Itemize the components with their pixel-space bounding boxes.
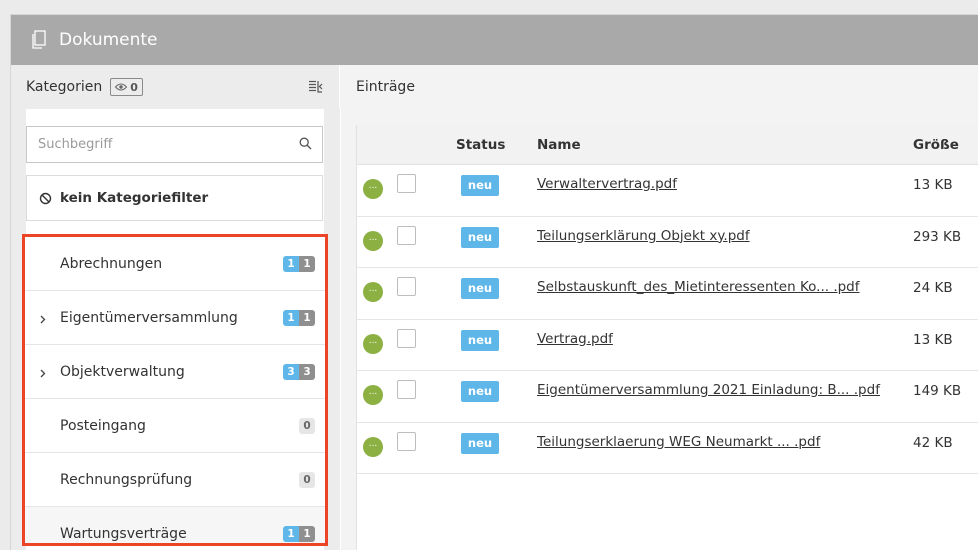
file-size: 293 KB [913,228,962,245]
row-actions-icon[interactable]: ... [363,436,383,457]
total-count-badge: 0 [299,471,315,488]
row-checkbox[interactable] [397,174,416,193]
table-row[interactable]: ... neu Verwaltervertrag.pdf 13 KB [357,165,978,217]
category-label: Posteingang [60,417,146,434]
column-header-status[interactable]: Status [456,137,505,153]
file-size: 149 KB [913,383,962,399]
documents-panel: Dokumente Kategorien 0 Einträge Suchbegr… [10,14,978,550]
file-name-link[interactable]: Vertrag.pdf [537,331,613,347]
status-badge: neu [461,226,499,248]
category-item-abrechnungen[interactable]: Abrechnungen 1 1 [25,237,325,291]
search-input[interactable] [38,137,278,152]
category-counts: 1 1 [283,255,315,272]
file-size: 13 KB [913,177,953,193]
category-counts: 1 1 [283,309,315,326]
status-badge: neu [461,278,499,299]
entries-header: Einträge [340,65,978,109]
file-name-link[interactable]: Eigentümerversammlung 2021 Einladung: B.… [537,382,880,398]
category-counts: 3 3 [283,363,315,380]
row-actions-icon[interactable]: ... [363,230,383,251]
status-badge: neu [461,432,499,454]
status-badge: neu [461,329,499,351]
visibility-count: 0 [130,80,138,94]
column-header-size[interactable]: Größe [913,137,959,153]
category-label: Wartungsverträge [60,526,187,542]
row-actions-icon[interactable]: ... [363,282,383,302]
new-count-badge: 1 [283,309,299,326]
file-size: 42 KB [913,434,953,451]
category-counts: 0 [299,471,315,488]
chevron-right-icon[interactable] [40,312,46,328]
row-checkbox[interactable] [397,328,416,348]
total-count-badge: 0 [299,417,315,434]
new-count-badge: 1 [283,526,299,542]
category-item-posteingang[interactable]: Posteingang 0 [25,399,325,453]
collapse-panel-icon[interactable] [308,79,323,98]
document-icon [31,30,47,50]
new-count-badge: 3 [283,363,299,380]
file-size: 24 KB [913,280,953,296]
column-header-name[interactable]: Name [537,137,581,153]
file-name-link[interactable]: Selbstauskunft_des_Mietinteressenten Ko.… [537,279,860,295]
table-header: Status Name Größe [357,125,978,165]
category-sidebar-content: kein Kategoriefilter Abrechnungen 1 1 Ei… [22,109,328,550]
panel-titlebar: Dokumente [11,15,978,65]
table-row[interactable]: ... neu Eigentümerversammlung 2021 Einla… [357,371,978,423]
row-checkbox[interactable] [397,277,416,296]
total-count-badge: 1 [299,526,315,542]
status-badge: neu [461,381,499,402]
table-row[interactable]: ... neu Teilungserklaerung WEG Neumarkt … [357,423,978,474]
total-count-badge: 3 [299,363,315,380]
row-actions-icon[interactable]: ... [363,333,383,354]
prohibited-icon [39,192,52,204]
row-checkbox[interactable] [397,380,416,399]
category-label: Eigentümerversammlung [60,309,238,326]
page-title: Dokumente [59,30,158,50]
category-counts: 1 1 [283,526,315,542]
category-item-objektverwaltung[interactable]: Objektverwaltung 3 3 [25,345,325,399]
categories-header: Kategorien 0 [11,65,340,109]
visibility-badge[interactable]: 0 [110,78,143,96]
search-icon[interactable] [299,137,312,154]
categories-title: Kategorien [26,79,103,95]
entries-title: Einträge [356,79,415,95]
category-item-rechnungspruefung[interactable]: Rechnungsprüfung 0 [25,453,325,507]
file-name-link[interactable]: Teilungserklärung Objekt xy.pdf [537,228,750,244]
category-search [26,126,323,163]
file-size: 13 KB [913,331,953,348]
chevron-right-icon[interactable] [40,366,46,382]
total-count-badge: 1 [299,309,315,326]
no-category-filter-button[interactable]: kein Kategoriefilter [26,175,323,221]
subheader: Kategorien 0 Einträge [11,65,978,109]
eye-icon [115,83,128,91]
total-count-badge: 1 [299,255,315,272]
row-actions-icon[interactable]: ... [363,179,383,199]
category-counts: 0 [299,417,315,434]
category-item-eigentuemerversammlung[interactable]: Eigentümerversammlung 1 1 [25,291,325,345]
category-item-wartungsvertraege[interactable]: Wartungsverträge 1 1 [25,507,325,543]
category-label: Rechnungsprüfung [60,471,193,488]
row-actions-icon[interactable]: ... [363,385,383,405]
entries-table: Status Name Größe ... neu Verwaltervertr… [356,125,978,550]
entries-area: Status Name Größe ... neu Verwaltervertr… [341,109,978,550]
new-count-badge: 1 [283,255,299,272]
table-row[interactable]: ... neu Vertrag.pdf 13 KB [357,320,978,371]
category-sidebar: kein Kategoriefilter Abrechnungen 1 1 Ei… [11,109,340,550]
category-label: Objektverwaltung [60,363,185,380]
table-row[interactable]: ... neu Selbstauskunft_des_Mietinteresse… [357,268,978,320]
file-name-link[interactable]: Verwaltervertrag.pdf [537,176,677,192]
status-badge: neu [461,175,499,196]
file-name-link[interactable]: Teilungserklaerung WEG Neumarkt ... .pdf [537,434,820,450]
row-checkbox[interactable] [397,225,416,245]
no-filter-label: kein Kategoriefilter [60,190,209,206]
table-row[interactable]: ... neu Teilungserklärung Objekt xy.pdf … [357,217,978,268]
row-checkbox[interactable] [397,431,416,451]
category-list: Abrechnungen 1 1 Eigentümerversammlung 1… [22,234,328,546]
category-label: Abrechnungen [60,255,163,272]
